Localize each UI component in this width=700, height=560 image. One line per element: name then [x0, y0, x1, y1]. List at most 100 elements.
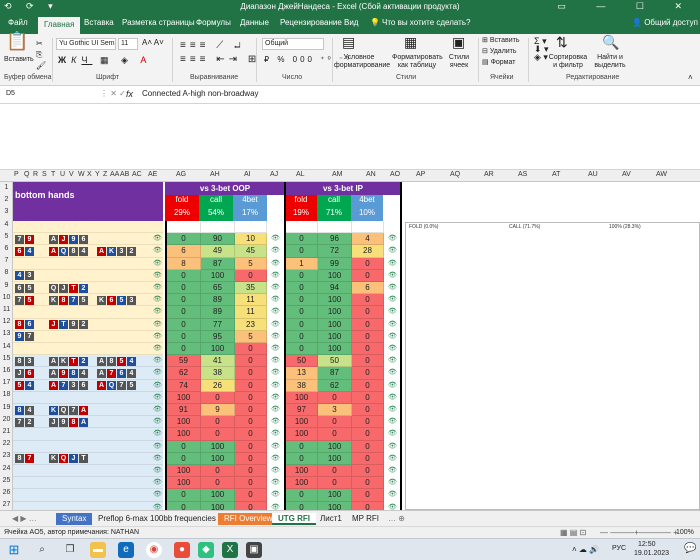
eye-icon[interactable]: 👁 [271, 271, 280, 279]
oop-cell[interactable]: 100 [167, 391, 201, 404]
eye-icon[interactable]: 👁 [271, 393, 280, 401]
ip-cell[interactable]: 28 [352, 245, 384, 258]
tab-review[interactable]: Рецензирование [280, 18, 342, 27]
tab-data[interactable]: Данные [240, 18, 269, 27]
eye-icon[interactable]: 👁 [153, 332, 162, 340]
sheet-tab-list1[interactable]: Лист1 [314, 513, 348, 525]
column-header[interactable]: AU [588, 171, 598, 178]
ip-cell[interactable]: 100 [286, 477, 318, 490]
ip-cell[interactable]: 0 [286, 245, 318, 258]
eye-icon[interactable]: 👁 [153, 283, 162, 291]
ip-cell[interactable]: 0 [352, 489, 384, 502]
eye-icon[interactable]: 👁 [388, 356, 397, 364]
tab-formulas[interactable]: Формулы [196, 18, 231, 27]
eye-icon[interactable]: 👁 [153, 307, 162, 315]
eye-icon[interactable]: 👁 [153, 356, 162, 364]
ip-cell[interactable]: 3 [318, 404, 352, 417]
tray-icons[interactable]: ˄ ☁ 🔊 [572, 545, 599, 554]
oop-cell[interactable]: 11 [235, 294, 267, 307]
column-header[interactable]: S [42, 171, 47, 178]
app-icon[interactable]: ▣ [246, 542, 262, 558]
zoom-slider[interactable]: — ———+———— + [600, 528, 678, 537]
column-header[interactable]: AO [390, 171, 400, 178]
fx-icon[interactable]: fx [126, 90, 133, 99]
oop-cell[interactable]: 5 [235, 257, 267, 270]
font-size-box[interactable]: 11 [118, 38, 138, 50]
ip-cell[interactable]: 0 [352, 501, 384, 510]
ip-cell[interactable]: 100 [286, 416, 318, 429]
ip-cell[interactable]: 100 [318, 489, 352, 502]
formula-content[interactable]: Connected A-high non-broadway [142, 90, 259, 98]
oop-cell[interactable]: 6 [167, 245, 201, 258]
chrome-icon[interactable]: ◉ [146, 542, 162, 558]
row-header[interactable]: 16 [0, 367, 13, 374]
oop-cell[interactable]: 0 [167, 501, 201, 510]
ip-cell[interactable]: 100 [286, 391, 318, 404]
ip-cell[interactable]: 0 [352, 355, 384, 368]
tab-file[interactable]: Файл [8, 18, 28, 27]
eye-icon[interactable]: 👁 [271, 381, 280, 389]
eye-icon[interactable]: 👁 [388, 442, 397, 450]
paste-icon[interactable]: 📋 [6, 32, 28, 50]
ip-cell[interactable]: 0 [352, 391, 384, 404]
ip-cell[interactable]: 0 [318, 465, 352, 478]
column-header[interactable]: AW [656, 171, 667, 178]
eye-icon[interactable]: 👁 [271, 503, 280, 510]
ip-cell[interactable]: 0 [352, 343, 384, 356]
row-header[interactable]: 27 [0, 501, 13, 508]
ip-title[interactable]: vs 3-bet IP [285, 182, 401, 195]
delete-cells-button[interactable]: ⊟ Удалить [482, 48, 517, 56]
tab-home[interactable]: Главная [38, 17, 81, 34]
column-header[interactable]: AI [244, 171, 251, 178]
eye-icon[interactable]: 👁 [153, 405, 162, 413]
ip-4bet-header[interactable]: 4bet [351, 195, 383, 208]
eye-icon[interactable]: 👁 [271, 368, 280, 376]
oop-cell[interactable]: 0 [235, 416, 267, 429]
ip-cell[interactable]: 87 [318, 367, 352, 380]
eye-icon[interactable]: 👁 [271, 234, 280, 242]
eye-icon[interactable]: 👁 [153, 344, 162, 352]
row-header[interactable]: 23 [0, 452, 13, 459]
eye-icon[interactable]: 👁 [271, 332, 280, 340]
oop-cell[interactable]: 0 [167, 489, 201, 502]
oop-cell[interactable]: 77 [201, 318, 235, 331]
eye-icon[interactable]: 👁 [388, 246, 397, 254]
eye-icon[interactable]: 👁 [153, 429, 162, 437]
tab-view[interactable]: Вид [344, 18, 358, 27]
row-header[interactable]: 15 [0, 355, 13, 362]
excel-icon[interactable]: X [222, 542, 238, 558]
ip-cell[interactable]: 6 [352, 282, 384, 295]
row-header[interactable]: 24 [0, 465, 13, 472]
worksheet-grid[interactable]: bottom hands vs 3-bet OOP fold call 4bet… [13, 182, 700, 510]
oop-cell[interactable]: 100 [201, 452, 235, 465]
eye-icon[interactable]: 👁 [153, 454, 162, 462]
eye-icon[interactable]: 👁 [153, 393, 162, 401]
cell-styles-button[interactable]: Стили ячеек [444, 54, 474, 70]
formula-expanded-area[interactable] [0, 104, 700, 170]
eye-icon[interactable]: 👁 [388, 405, 397, 413]
ip-cell[interactable]: 0 [352, 416, 384, 429]
eye-icon[interactable]: 👁 [388, 259, 397, 267]
ip-cell[interactable]: 0 [286, 233, 318, 246]
ip-cell[interactable]: 100 [318, 306, 352, 319]
oop-cell[interactable]: 100 [167, 416, 201, 429]
oop-cell[interactable]: 0 [235, 452, 267, 465]
ip-cell[interactable]: 100 [318, 318, 352, 331]
ip-cell[interactable]: 4 [352, 233, 384, 246]
oop-cell[interactable]: 11 [235, 306, 267, 319]
column-header[interactable]: P [14, 171, 19, 178]
eye-icon[interactable]: 👁 [388, 429, 397, 437]
tell-me-box[interactable]: Что вы хотите сделать? [382, 18, 470, 27]
row-header[interactable]: 9 [0, 282, 13, 289]
oop-cell[interactable]: 65 [201, 282, 235, 295]
column-header[interactable]: AC [132, 171, 142, 178]
oop-cell[interactable]: 41 [201, 355, 235, 368]
oop-cell[interactable]: 0 [167, 282, 201, 295]
oop-cell[interactable]: 89 [201, 294, 235, 307]
paste-button[interactable]: Вставить [4, 56, 34, 64]
ip-cell[interactable]: 0 [286, 294, 318, 307]
ip-cell[interactable]: 50 [318, 355, 352, 368]
row-header[interactable]: 2 [0, 196, 13, 203]
ip-cell[interactable]: 100 [286, 428, 318, 441]
oop-cell[interactable]: 90 [201, 233, 235, 246]
